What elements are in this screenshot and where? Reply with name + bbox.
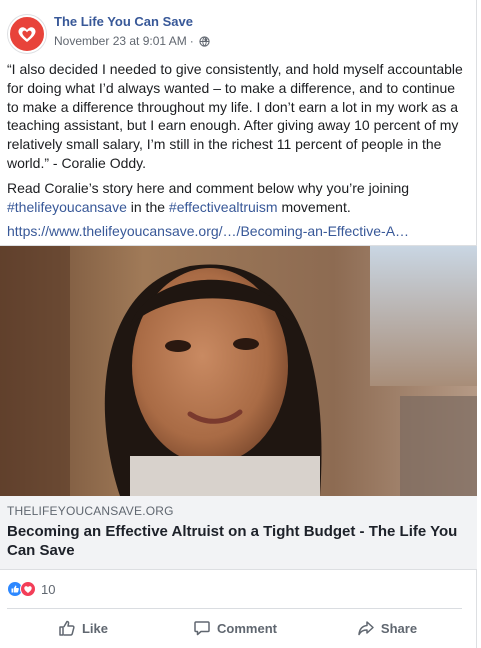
page-avatar[interactable] (8, 15, 46, 53)
post-url-link[interactable]: https://www.thelifeyoucansave.org/…/Beco… (7, 222, 469, 241)
share-button[interactable]: Share (311, 612, 463, 644)
reactions-summary[interactable]: 10 (7, 580, 55, 598)
post-body: “I also decided I needed to give consist… (7, 60, 469, 247)
card-title[interactable]: Becoming an Effective Altruist on a Tigh… (7, 522, 462, 560)
cta-middle: in the (126, 198, 169, 215)
comment-label: Comment (217, 620, 277, 636)
post-header: The Life You Can Save November 23 at 9:0… (8, 10, 468, 54)
page-name-link[interactable]: The Life You Can Save (54, 14, 193, 29)
globe-icon[interactable] (199, 35, 210, 47)
article-photo[interactable] (0, 246, 477, 496)
post-timestamp[interactable]: November 23 at 9:01 AM (54, 34, 187, 48)
love-reaction-icon (20, 581, 36, 597)
facebook-post: The Life You Can Save November 23 at 9:0… (0, 0, 477, 648)
reaction-count[interactable]: 10 (41, 582, 55, 597)
comment-button[interactable]: Comment (159, 612, 311, 644)
thumbs-up-icon (59, 620, 75, 636)
post-cta: Read Coralie’s story here and comment be… (7, 179, 469, 217)
hashtag-effectivealtruism[interactable]: #effectivealtruism (169, 199, 278, 215)
meta-separator: · (189, 34, 194, 48)
like-label: Like (81, 620, 108, 636)
post-quote: “I also decided I needed to give consist… (7, 61, 463, 171)
like-button[interactable]: Like (7, 612, 159, 644)
cta-prefix: Read Coralie’s story here and comment be… (7, 179, 410, 196)
comment-bubble-icon (194, 621, 210, 636)
actions-divider (7, 608, 462, 609)
girl-portrait-image (0, 246, 477, 496)
share-label: Share (380, 620, 418, 636)
heart-hands-logo-icon (18, 27, 36, 42)
post-meta: November 23 at 9:01 AM · (54, 34, 210, 48)
share-arrow-icon (358, 621, 374, 636)
hashtag-thelifeyoucansave[interactable]: #thelifeyoucansave (7, 199, 127, 215)
link-preview-card[interactable]: THELIFEYOUCANSAVE.ORG Becoming an Effect… (0, 245, 477, 570)
post-actions-bar: Like Comment Share (7, 612, 463, 644)
cta-suffix: movement. (277, 198, 351, 215)
card-domain: THELIFEYOUCANSAVE.ORG (7, 504, 174, 518)
